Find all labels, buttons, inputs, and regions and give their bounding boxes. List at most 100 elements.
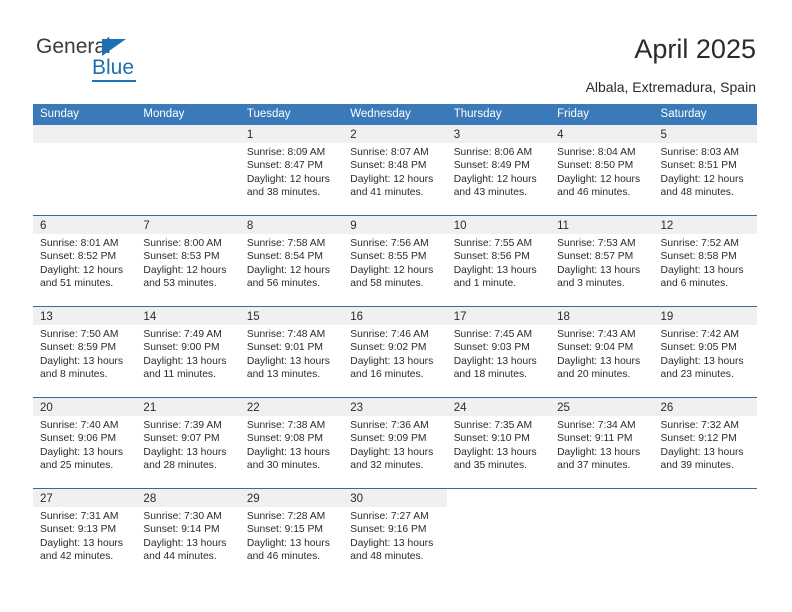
calendar-day-cell[interactable]: 1 Sunrise: 8:09 AM Sunset: 8:47 PM Daylight… [239,125,344,215]
sunrise-text: Sunrise: 7:49 AM [143,329,222,340]
sunrise-text: Sunrise: 7:28 AM [246,511,326,522]
daylight-text-line2: and 58 minutes. [350,277,424,289]
sunset-text: Sunset: 9:12 PM [660,433,737,445]
calendar-day-cell[interactable]: 28 Sunrise: 7:30 AM Sunset: 9:14 PM Dayligh… [136,489,240,579]
daylight-text-line2: and 53 minutes. [143,277,217,289]
calendar-day-cell[interactable]: 23 Sunrise: 7:36 AM Sunset: 9:09 PM Dayligh… [343,398,447,488]
day-number-band: 17 [446,307,551,325]
day-details: Sunrise: 7:58 AM Sunset: 8:54 PM Daylight:… [240,234,343,290]
daylight-text-line2: and 56 minutes. [246,277,321,289]
sunset-text: Sunset: 8:58 PM [660,251,737,263]
calendar-day-cell[interactable]: 11 Sunrise: 7:53 AM Sunset: 8:57 PM Dayligh… [550,216,654,306]
calendar-empty-cell [654,489,757,579]
day-number-band: 2 [343,125,447,143]
calendar-day-cell[interactable]: 2 Sunrise: 8:07 AM Sunset: 8:48 PM Daylight… [343,125,447,215]
daylight-text-line1: Daylight: 13 hours [40,355,123,367]
day-number: 30 [350,493,364,505]
calendar-day-cell[interactable]: 10 Sunrise: 7:55 AM Sunset: 8:56 PM Dayligh… [446,216,551,306]
calendar-day-cell[interactable]: 24 Sunrise: 7:35 AM Sunset: 9:10 PM Dayligh… [446,398,551,488]
sunset-text: Sunset: 8:59 PM [40,342,117,354]
daylight-text-line2: and 46 minutes. [246,550,321,562]
logo-text-general: General [36,35,111,58]
day-number: 10 [453,220,467,232]
day-number-band: 26 [653,398,757,416]
calendar-day-cell[interactable]: 17 Sunrise: 7:45 AM Sunset: 9:03 PM Dayligh… [446,307,551,397]
daylight-text-line1: Daylight: 13 hours [143,537,227,549]
day-number: 25 [557,402,570,414]
calendar-day-cell[interactable]: 14 Sunrise: 7:49 AM Sunset: 9:00 PM Dayligh… [136,307,240,397]
day-number: 27 [40,493,53,505]
day-number: 1 [246,129,254,141]
calendar-page: General Blue April 2025 Albala, Extremad… [0,0,792,612]
calendar-day-cell[interactable]: 9 Sunrise: 7:56 AM Sunset: 8:55 PM Daylight… [343,216,447,306]
day-number-band: 5 [653,125,757,143]
day-details: Sunrise: 7:49 AM Sunset: 9:00 PM Daylight:… [136,325,239,381]
calendar-day-cell[interactable]: 12 Sunrise: 7:52 AM Sunset: 8:58 PM Dayligh… [653,216,757,306]
day-number-band: 14 [136,307,240,325]
page-title: April 2025 [634,34,756,64]
daylight-text-line2: and 16 minutes. [350,368,424,380]
weekday-header-row: Sunday Monday Tuesday Wednesday Thursday… [33,104,757,125]
day-number-band: 10 [446,216,551,234]
calendar-day-cell[interactable]: 13 Sunrise: 7:50 AM Sunset: 8:59 PM Dayligh… [33,307,137,397]
daylight-text-line2: and 28 minutes. [143,459,217,471]
calendar-day-cell[interactable]: 18 Sunrise: 7:43 AM Sunset: 9:04 PM Dayligh… [550,307,654,397]
sunrise-text: Sunrise: 7:27 AM [350,511,429,522]
sunset-text: Sunset: 8:55 PM [350,251,427,263]
sunset-text: Sunset: 8:57 PM [557,251,634,263]
daylight-text-line1: Daylight: 13 hours [246,446,330,458]
weekday-header-friday: Friday [557,108,590,120]
calendar-day-cell[interactable]: 7 Sunrise: 8:00 AM Sunset: 8:53 PM Daylight… [136,216,240,306]
calendar-day-cell[interactable]: 4 Sunrise: 8:04 AM Sunset: 8:50 PM Daylight… [550,125,654,215]
calendar-day-cell[interactable]: 3 Sunrise: 8:06 AM Sunset: 8:49 PM Daylight… [446,125,551,215]
sunrise-text: Sunrise: 7:38 AM [246,420,326,431]
sunset-text: Sunset: 9:10 PM [453,433,530,445]
calendar-day-cell[interactable]: 16 Sunrise: 7:46 AM Sunset: 9:02 PM Dayligh… [343,307,447,397]
daylight-text-line1: Daylight: 12 hours [350,264,434,276]
day-number: 11 [557,220,570,232]
daylight-text-line2: and 48 minutes. [350,550,424,562]
calendar-day-cell[interactable]: 19 Sunrise: 7:42 AM Sunset: 9:05 PM Dayligh… [653,307,757,397]
day-number-band: 7 [136,216,240,234]
daylight-text-line2: and 1 minute. [453,277,517,289]
day-number: 16 [350,311,364,323]
daylight-text-line2: and 35 minutes. [453,459,527,471]
sunset-text: Sunset: 9:13 PM [40,524,117,536]
sunrise-text: Sunrise: 7:56 AM [350,238,429,249]
calendar-day-cell[interactable]: 15 Sunrise: 7:48 AM Sunset: 9:01 PM Dayligh… [239,307,344,397]
day-number-band: 8 [239,216,344,234]
calendar-day-cell[interactable]: 27 Sunrise: 7:31 AM Sunset: 9:13 PM Dayligh… [33,489,137,579]
daylight-text-line1: Daylight: 13 hours [40,446,123,458]
calendar-day-cell[interactable]: 5 Sunrise: 8:03 AM Sunset: 8:51 PM Daylight… [653,125,757,215]
daylight-text-line2: and 41 minutes. [350,186,424,198]
day-number: 6 [40,220,47,232]
calendar-day-cell[interactable]: 26 Sunrise: 7:32 AM Sunset: 9:12 PM Dayligh… [653,398,757,488]
daylight-text-line2: and 48 minutes. [660,186,734,198]
calendar-day-cell[interactable]: 22 Sunrise: 7:38 AM Sunset: 9:08 PM Dayligh… [239,398,344,488]
calendar-day-cell[interactable]: 29 Sunrise: 7:28 AM Sunset: 9:15 PM Dayligh… [239,489,344,579]
day-details: Sunrise: 7:45 AM Sunset: 9:03 PM Daylight:… [447,325,550,381]
day-number: 18 [557,311,570,323]
logo-text-blue: Blue [92,56,135,79]
calendar-day-cell[interactable]: 25 Sunrise: 7:34 AM Sunset: 9:11 PM Dayligh… [550,398,654,488]
daylight-text-line1: Daylight: 12 hours [453,173,537,185]
day-details: Sunrise: 8:00 AM Sunset: 8:53 PM Daylight:… [136,234,239,290]
calendar-day-cell[interactable]: 21 Sunrise: 7:39 AM Sunset: 9:07 PM Dayligh… [136,398,240,488]
day-details: Sunrise: 7:52 AM Sunset: 8:58 PM Daylight:… [654,234,757,290]
calendar-day-cell[interactable]: 6 Sunrise: 8:01 AM Sunset: 8:52 PM Daylight… [33,216,137,306]
calendar-day-cell[interactable]: 20 Sunrise: 7:40 AM Sunset: 9:06 PM Dayligh… [33,398,137,488]
day-number-band: 23 [343,398,447,416]
calendar-day-cell[interactable]: 8 Sunrise: 7:58 AM Sunset: 8:54 PM Daylight… [239,216,344,306]
sunset-text: Sunset: 8:56 PM [453,251,530,263]
calendar-day-cell[interactable]: 30 Sunrise: 7:27 AM Sunset: 9:16 PM Dayligh… [343,489,447,579]
sunset-text: Sunset: 8:47 PM [246,160,323,172]
calendar-weeks: 1 Sunrise: 8:09 AM Sunset: 8:47 PM Daylight… [33,125,757,579]
sunrise-text: Sunrise: 7:32 AM [660,420,739,431]
day-details: Sunrise: 7:30 AM Sunset: 9:14 PM Daylight:… [136,507,239,563]
daylight-text-line1: Daylight: 13 hours [246,355,330,367]
sunrise-text: Sunrise: 8:07 AM [350,147,429,158]
day-details: Sunrise: 7:36 AM Sunset: 9:09 PM Daylight:… [343,416,446,472]
daylight-text-line2: and 46 minutes. [557,186,631,198]
sunset-text: Sunset: 9:08 PM [246,433,323,445]
sunset-text: Sunset: 8:53 PM [143,251,220,263]
